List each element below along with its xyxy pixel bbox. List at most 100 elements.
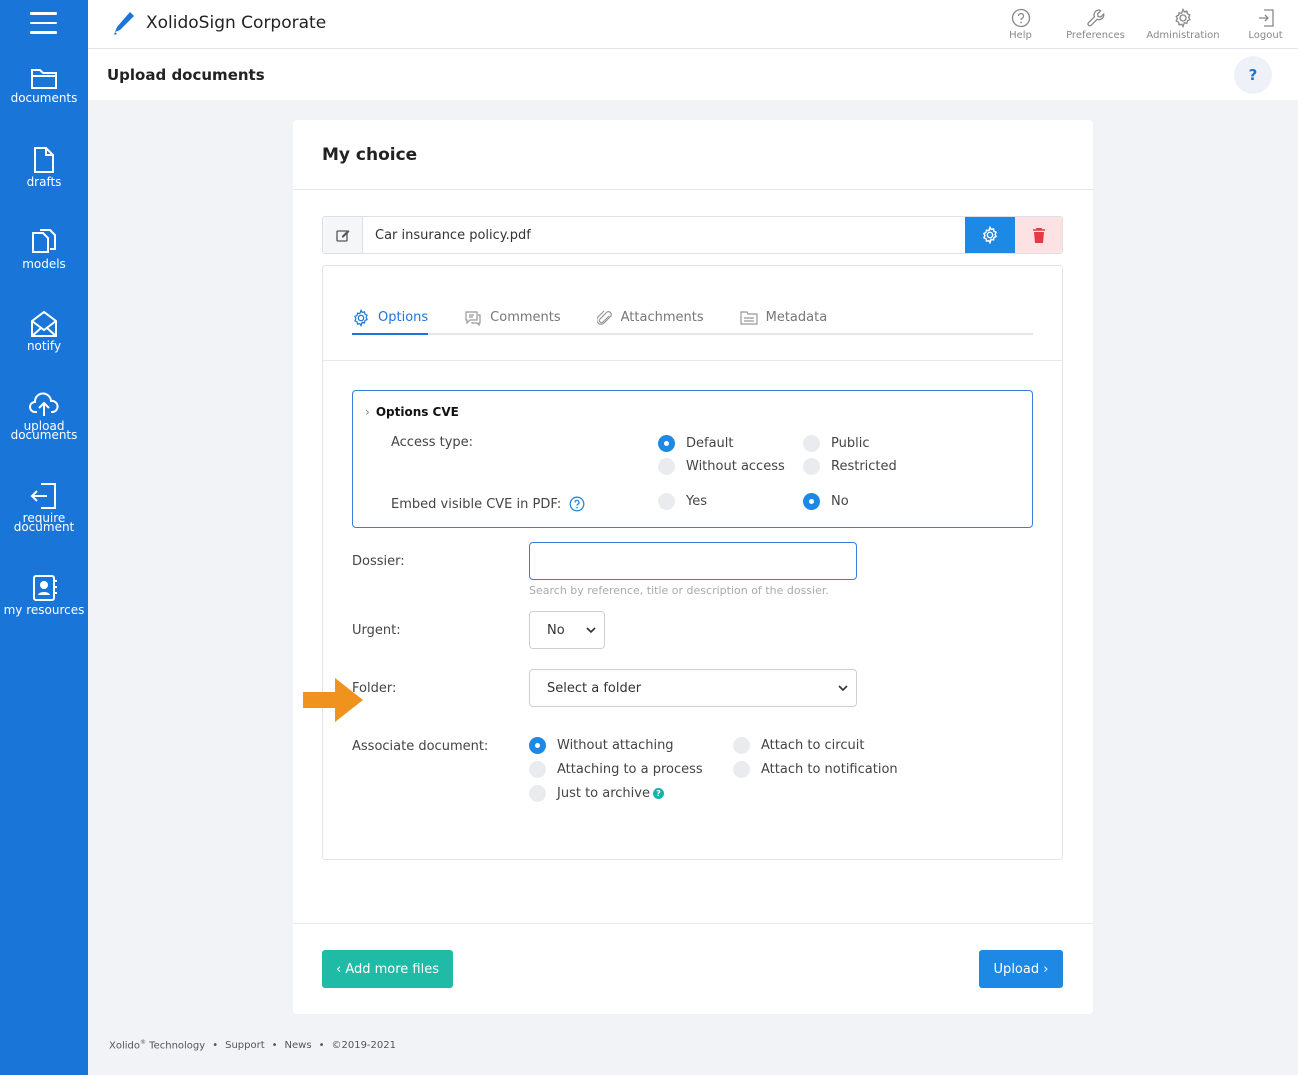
delete-file-button[interactable] [1015,217,1062,253]
radio-dot [658,458,675,475]
tab-bar: Options Comments Attachments Metadata [352,302,1033,335]
metadata-icon [740,310,758,325]
just-to-archive-radio[interactable]: Just to archive? [529,785,664,802]
radio-dot [803,435,820,452]
sidebar-item-my-resources[interactable]: my resources [0,574,88,617]
hamburger-menu-icon[interactable] [30,12,57,36]
footer-news-link[interactable]: News [285,1040,312,1051]
add-more-files-button[interactable]: ‹ Add more files [322,950,453,988]
embed-cve-label-row: Embed visible CVE in PDF: [391,496,585,512]
help-button[interactable]: Help [983,0,1058,49]
access-restricted-radio[interactable]: Restricted [803,458,897,475]
top-bar: XolidoSign Corporate Help Preferences Ad… [88,0,1298,49]
file-settings-button[interactable] [965,217,1015,253]
edit-file-button[interactable] [323,217,363,253]
gear-icon [354,308,368,327]
radio-label: Yes [686,494,707,509]
footer-separator: • [271,1039,278,1051]
preferences-button[interactable]: Preferences [1058,0,1133,49]
gear-icon [1175,8,1191,28]
brand: XolidoSign Corporate [112,10,326,36]
chevron-down-icon [838,685,848,692]
footer-support-link[interactable]: Support [225,1040,265,1051]
top-actions: Help Preferences Administration Logout [983,0,1298,49]
sidebar-item-drafts[interactable]: drafts [0,146,88,189]
radio-label: Public [831,436,870,451]
without-attaching-radio[interactable]: Without attaching [529,737,674,754]
upload-button[interactable]: Upload › [979,950,1063,988]
paperclip-icon [596,310,612,325]
radio-dot [529,761,546,778]
options-panel: Options Comments Attachments Metadata › O… [303,265,1063,860]
embed-yes-radio[interactable]: Yes [658,493,707,510]
radio-dot [803,493,820,510]
help-icon[interactable]: ? [652,788,664,799]
tab-attachments[interactable]: Attachments [596,302,704,333]
logout-label: Logout [1248,30,1283,41]
radio-dot [733,761,750,778]
folder-value: Select a folder [547,680,642,696]
access-public-radio[interactable]: Public [803,435,869,452]
radio-label: Attach to circuit [761,738,865,753]
folder-icon [31,69,57,89]
sidebar-item-documents[interactable]: documents [0,66,88,104]
sidebar-item-require-document[interactable]: require document [0,482,88,534]
administration-button[interactable]: Administration [1133,0,1233,49]
footer-separator: • [212,1039,219,1051]
page-help-button[interactable]: ? [1234,56,1272,94]
question-circle-icon[interactable] [569,496,585,512]
sidebar-item-label: my resources [3,603,85,617]
embed-cve-label: Embed visible CVE in PDF: [391,496,562,512]
upload-card: My choice Car insurance policy.pdf Optio… [293,120,1093,1014]
urgent-value: No [547,622,565,638]
urgent-select[interactable]: No [529,611,605,649]
administration-label: Administration [1146,30,1220,41]
attaching-to-process-radio[interactable]: Attaching to a process [529,761,703,778]
contact-book-icon [33,575,57,601]
tab-metadata[interactable]: Metadata [740,302,828,333]
tab-comments[interactable]: Comments [464,302,561,333]
sidebar-item-notify[interactable]: notify [0,310,88,352]
sidebar-item-label: document [13,520,75,534]
page-header: Upload documents ? [88,49,1298,100]
embed-no-radio[interactable]: No [803,493,849,510]
radio-dot [658,435,675,452]
tab-label: Attachments [620,310,704,325]
access-without-access-radio[interactable]: Without access [658,458,785,475]
pen-logo-icon [114,12,134,35]
app-title: XolidoSign Corporate [146,13,327,33]
trash-icon [1032,227,1045,243]
access-default-radio[interactable]: Default [658,435,734,452]
divider [293,189,1093,190]
options-cve-toggle[interactable]: › Options CVE [365,405,459,419]
sidebar-item-label: documents [10,428,78,442]
cloud-upload-icon [29,392,59,416]
sidebar-item-upload-documents[interactable]: upload documents [0,392,88,442]
radio-label: Default [686,436,734,451]
radio-label: Just to archive [557,786,650,801]
tab-label: Metadata [765,310,828,325]
logout-icon [1258,9,1274,27]
wrench-icon [1086,9,1104,27]
urgent-label: Urgent: [352,623,401,638]
folder-select[interactable]: Select a folder [529,669,857,707]
sidebar-item-models[interactable]: models [0,228,88,270]
dossier-hint: Search by reference, title or descriptio… [529,584,829,597]
attach-to-circuit-radio[interactable]: Attach to circuit [733,737,864,754]
logout-button[interactable]: Logout [1233,0,1298,49]
tab-options[interactable]: Options [352,302,429,335]
footer-company: Xolido® Technology [109,1039,205,1051]
dossier-search-input[interactable] [529,542,857,580]
options-cve-title: Options CVE [375,405,459,419]
radio-label: Attach to notification [761,762,898,777]
sidebar-item-label: drafts [26,175,62,189]
envelope-icon [31,310,57,337]
associate-document-label: Associate document: [352,739,489,754]
file-icon [34,147,54,173]
divider [323,360,1062,361]
preferences-label: Preferences [1066,30,1125,41]
footer-company-name: Xolido [109,1040,140,1052]
footer-separator: • [318,1039,325,1051]
attach-to-notification-radio[interactable]: Attach to notification [733,761,898,778]
help-label: Help [1009,30,1032,41]
